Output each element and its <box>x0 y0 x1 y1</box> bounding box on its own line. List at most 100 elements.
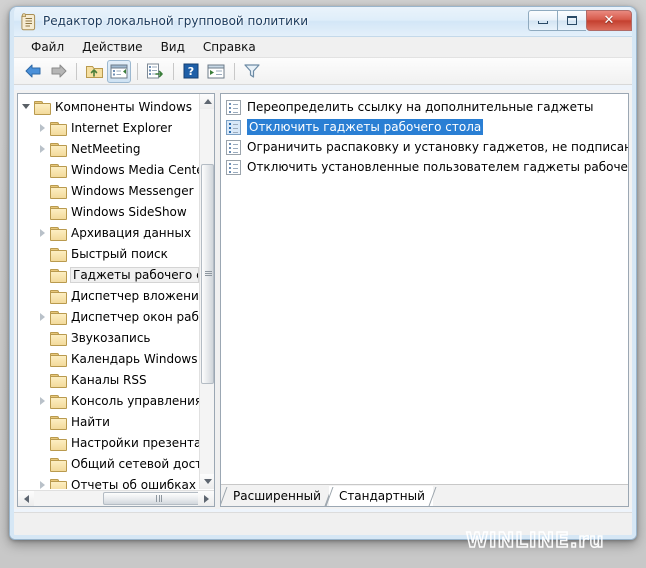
tree-node-backup[interactable]: Архивация данных <box>18 222 199 243</box>
help-icon[interactable]: ? <box>179 60 203 83</box>
list-item-label: Отключить установленные пользователем га… <box>247 160 628 174</box>
toolbar-separator-3 <box>173 62 174 80</box>
expander-open-icon[interactable] <box>18 96 34 117</box>
expander-collapsed-icon[interactable] <box>34 474 50 489</box>
minimize-icon <box>538 21 548 24</box>
scroll-grip-icon <box>156 495 162 502</box>
export-list-icon[interactable] <box>143 60 167 83</box>
tree-node-label: Windows Media Center <box>71 162 199 177</box>
show-hide-tree-icon[interactable] <box>107 59 131 83</box>
tree-node-netmeeting[interactable]: NetMeeting <box>18 138 199 159</box>
expander-collapsed-icon[interactable] <box>34 117 50 138</box>
close-button[interactable]: ✕ <box>586 10 632 31</box>
tree-node-sound-recorder[interactable]: Звукозапись <box>18 327 199 348</box>
policy-setting-icon <box>226 139 241 155</box>
tree-node-network-sharing[interactable]: Общий сетевой доступ <box>18 453 199 474</box>
folder-icon <box>50 226 67 241</box>
tree-node-search[interactable]: Найти <box>18 411 199 432</box>
maximize-button[interactable] <box>557 10 586 31</box>
folder-icon <box>50 415 67 430</box>
list-item[interactable]: Ограничить распаковку и установку гаджет… <box>221 137 628 157</box>
tree-node-mmc[interactable]: Консоль управления (MMC) <box>18 390 199 411</box>
folder-icon <box>50 142 67 157</box>
tree-vertical-scrollbar[interactable] <box>199 94 214 489</box>
folder-icon <box>50 352 67 367</box>
tree-node-error-reporting[interactable]: Отчеты об ошибках Windows <box>18 474 199 489</box>
scroll-up-button[interactable] <box>200 94 214 109</box>
expander-placeholder <box>34 285 50 306</box>
menu-item-file[interactable]: Файл <box>22 38 73 57</box>
tree-node-label: Найти <box>71 414 110 429</box>
tree-node-label: Диспетчер окон рабочего стола <box>71 309 199 324</box>
policy-setting-icon <box>226 159 241 175</box>
list-item-label: Ограничить распаковку и установку гаджет… <box>247 140 628 154</box>
properties-icon[interactable] <box>204 60 228 83</box>
scroll-grip-icon <box>205 271 212 277</box>
expander-collapsed-icon[interactable] <box>34 306 50 327</box>
scroll-down-button[interactable] <box>200 474 214 489</box>
list-item[interactable]: Переопределить ссылку на дополнительные … <box>221 97 628 117</box>
policy-list[interactable]: Переопределить ссылку на дополнительные … <box>221 94 628 484</box>
tree-node-rss-feeds[interactable]: Каналы RSS <box>18 369 199 390</box>
folder-icon <box>34 100 51 115</box>
tree-node-windows-calendar[interactable]: Календарь Windows <box>18 348 199 369</box>
tree-node-windows-messenger[interactable]: Windows Messenger <box>18 180 199 201</box>
up-one-level-icon[interactable] <box>82 60 106 83</box>
menu-item-action[interactable]: Действие <box>73 38 151 57</box>
folder-icon <box>50 457 67 472</box>
folder-icon <box>50 205 67 220</box>
list-item[interactable]: Отключить установленные пользователем га… <box>221 157 628 177</box>
folder-icon <box>50 478 67 489</box>
vertical-scroll-thumb[interactable] <box>201 164 214 384</box>
expander-collapsed-icon[interactable] <box>34 390 50 411</box>
tree-node-desktop-window-manager[interactable]: Диспетчер окон рабочего стола <box>18 306 199 327</box>
expander-placeholder <box>34 327 50 348</box>
tree-node-label: Календарь Windows <box>71 351 198 366</box>
svg-text:?: ? <box>188 65 194 78</box>
tree-node-windows-media-center[interactable]: Windows Media Center <box>18 159 199 180</box>
close-icon: ✕ <box>603 13 615 28</box>
tree-node-label: Быстрый поиск <box>71 246 168 261</box>
tree-node-label: Компоненты Windows <box>55 99 193 114</box>
tree-node-label: NetMeeting <box>71 141 141 156</box>
tab-extended[interactable]: Расширенный <box>223 486 329 506</box>
toolbar-separator <box>76 62 77 80</box>
list-item-label: Отключить гаджеты рабочего стола <box>247 119 484 135</box>
expander-placeholder <box>34 201 50 222</box>
scroll-right-button[interactable] <box>198 491 214 506</box>
tree-node-instant-search[interactable]: Быстрый поиск <box>18 243 199 264</box>
tree-node-label: Windows Messenger <box>71 183 194 198</box>
filter-icon[interactable] <box>240 60 264 83</box>
tree-node-internet-explorer[interactable]: Internet Explorer <box>18 117 199 138</box>
list-item[interactable]: Отключить гаджеты рабочего стола <box>221 117 628 137</box>
tree-horizontal-scrollbar[interactable] <box>18 490 214 506</box>
scroll-left-button[interactable] <box>18 491 34 506</box>
folder-icon <box>50 310 67 325</box>
tree-node-attachment-manager[interactable]: Диспетчер вложений <box>18 285 199 306</box>
expander-placeholder <box>34 159 50 180</box>
folder-icon <box>50 247 67 262</box>
tree-node-desktop-gadgets[interactable]: Гаджеты рабочего стола <box>18 264 199 285</box>
tree-node-label: Отчеты об ошибках Windows <box>71 477 199 490</box>
console-tree[interactable]: Компоненты Windows Internet Explorer Net… <box>18 96 199 489</box>
title-bar[interactable]: Редактор локальной групповой политики ✕ <box>10 7 636 37</box>
back-arrow-icon[interactable] <box>21 60 45 83</box>
tab-label: Стандартный <box>338 489 425 503</box>
expander-collapsed-icon[interactable] <box>34 138 50 159</box>
tree-node-label: Internet Explorer <box>71 120 173 135</box>
toolbar: ? <box>14 58 632 85</box>
folder-icon <box>50 121 67 136</box>
tab-standard[interactable]: Стандартный <box>328 486 433 506</box>
tree-node-windows-components[interactable]: Компоненты Windows <box>18 96 199 117</box>
tree-node-presentation-settings[interactable]: Настройки презентации <box>18 432 199 453</box>
tree-node-label: Каналы RSS <box>71 372 147 387</box>
expander-collapsed-icon[interactable] <box>34 222 50 243</box>
minimize-button[interactable] <box>528 10 557 31</box>
tree-node-windows-sideshow[interactable]: Windows SideShow <box>18 201 199 222</box>
folder-icon <box>50 331 67 346</box>
main-content: Компоненты Windows Internet Explorer Net… <box>14 90 632 509</box>
menu-item-help[interactable]: Справка <box>194 38 265 57</box>
forward-arrow-icon[interactable] <box>46 60 70 83</box>
window-title: Редактор локальной групповой политики <box>43 14 309 28</box>
menu-item-view[interactable]: Вид <box>152 38 194 57</box>
